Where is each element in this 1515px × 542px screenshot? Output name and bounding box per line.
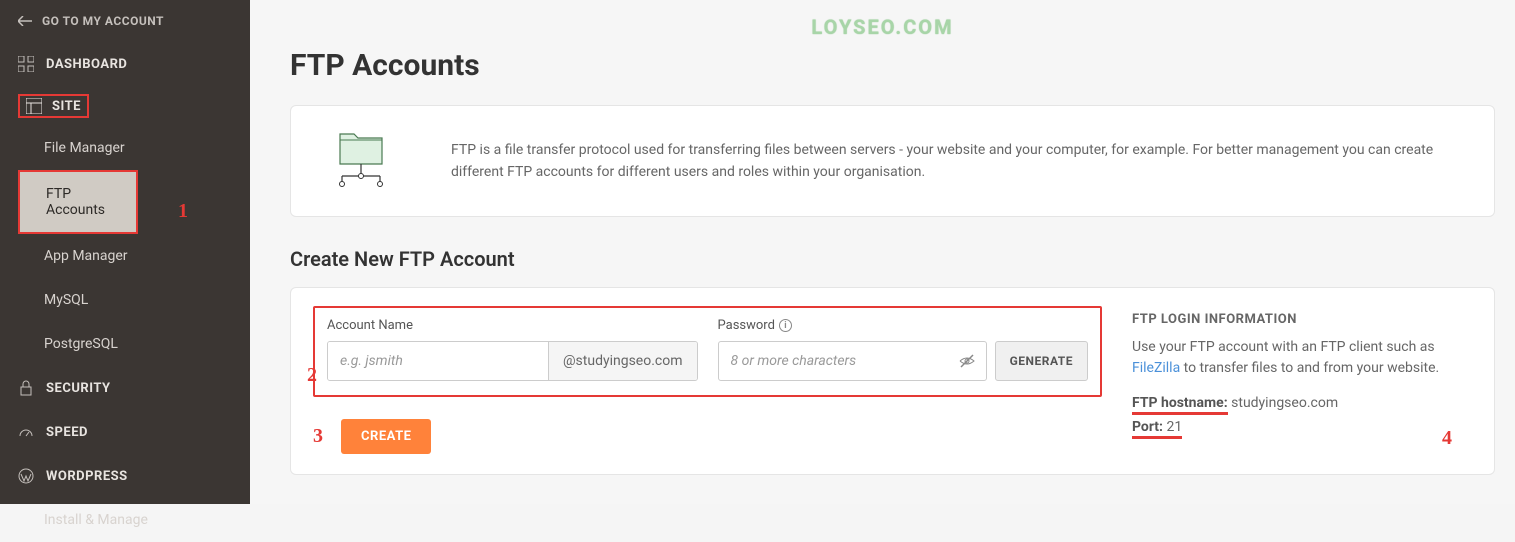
back-label: GO TO MY ACCOUNT: [42, 14, 164, 28]
grid-icon: [18, 56, 34, 72]
nav-wordpress-label: WORDPRESS: [46, 469, 128, 484]
ftp-login-title: FTP LOGIN INFORMATION: [1132, 312, 1472, 327]
nav-speed[interactable]: SPEED: [0, 410, 250, 454]
nav-mysql[interactable]: MySQL: [0, 278, 250, 322]
nav-ftp-accounts-label: FTP Accounts: [46, 186, 130, 218]
ftp-hostname-line: FTP hostname: studyingseo.com: [1132, 395, 1472, 415]
password-label: Password i: [718, 318, 1089, 333]
nav-mysql-label: MySQL: [44, 292, 88, 308]
annotation-2: 2: [307, 364, 317, 387]
create-form-panel: 2 Account Name @studyingseo.com Password…: [290, 287, 1495, 475]
nav-install-manage[interactable]: Install & Manage: [0, 498, 250, 542]
nav-site-label: SITE: [52, 99, 81, 114]
nav-postgresql-label: PostgreSQL: [44, 336, 118, 352]
nav-app-manager-label: App Manager: [44, 248, 128, 264]
account-suffix: @studyingseo.com: [548, 342, 697, 380]
nav-app-manager[interactable]: App Manager: [0, 234, 250, 278]
annotation-3: 3: [313, 425, 323, 448]
filezilla-link[interactable]: FileZilla: [1132, 360, 1180, 376]
info-text: FTP is a file transfer protocol used for…: [451, 139, 1464, 184]
info-panel: FTP is a file transfer protocol used for…: [290, 105, 1495, 217]
nav-install-manage-label: Install & Manage: [44, 512, 148, 528]
nav-wordpress[interactable]: WORDPRESS: [0, 454, 250, 498]
nav-postgresql[interactable]: PostgreSQL: [0, 322, 250, 366]
main-content: LOYSEO.COM FTP Accounts FTP is a file tr…: [250, 0, 1515, 504]
info-icon[interactable]: i: [779, 319, 792, 332]
password-field: Password i GENERATE: [718, 318, 1089, 381]
fields-highlight-box: Account Name @studyingseo.com Password i: [313, 306, 1102, 397]
account-name-field: Account Name @studyingseo.com: [327, 318, 698, 381]
nav-ftp-accounts[interactable]: FTP Accounts: [18, 170, 138, 234]
ftp-login-text: Use your FTP account with an FTP client …: [1132, 337, 1472, 379]
nav-dashboard[interactable]: DASHBOARD: [0, 42, 250, 86]
generate-button[interactable]: GENERATE: [995, 341, 1088, 381]
create-section-title: Create New FTP Account: [250, 247, 1515, 287]
back-to-account-link[interactable]: GO TO MY ACCOUNT: [0, 0, 250, 42]
layout-icon: [26, 98, 42, 114]
annotation-1: 1: [178, 200, 188, 223]
folder-network-icon: [321, 128, 401, 194]
create-button[interactable]: CREATE: [341, 419, 431, 454]
nav-security-label: SECURITY: [46, 381, 111, 396]
highlight-box-site: SITE: [18, 94, 89, 118]
account-name-input[interactable]: [328, 342, 548, 380]
arrow-left-icon: [18, 16, 32, 26]
nav-dashboard-label: DASHBOARD: [46, 57, 127, 72]
watermark: LOYSEO.COM: [811, 15, 953, 39]
lock-icon: [18, 380, 34, 396]
ftp-port-line: Port: 21: [1132, 419, 1472, 439]
nav-file-manager[interactable]: File Manager: [0, 126, 250, 170]
account-name-label: Account Name: [327, 318, 698, 333]
nav-site[interactable]: SITE: [0, 86, 250, 126]
ftp-login-info-panel: FTP LOGIN INFORMATION Use your FTP accou…: [1132, 306, 1472, 454]
sidebar: GO TO MY ACCOUNT DASHBOARD SITE File Man…: [0, 0, 250, 504]
password-input[interactable]: [719, 353, 948, 369]
nav-file-manager-label: File Manager: [44, 140, 125, 156]
gauge-icon: [18, 424, 34, 440]
nav-security[interactable]: SECURITY: [0, 366, 250, 410]
wordpress-icon: [18, 468, 34, 484]
show-password-icon[interactable]: [948, 352, 986, 370]
nav-speed-label: SPEED: [46, 425, 88, 440]
annotation-4: 4: [1442, 427, 1452, 450]
